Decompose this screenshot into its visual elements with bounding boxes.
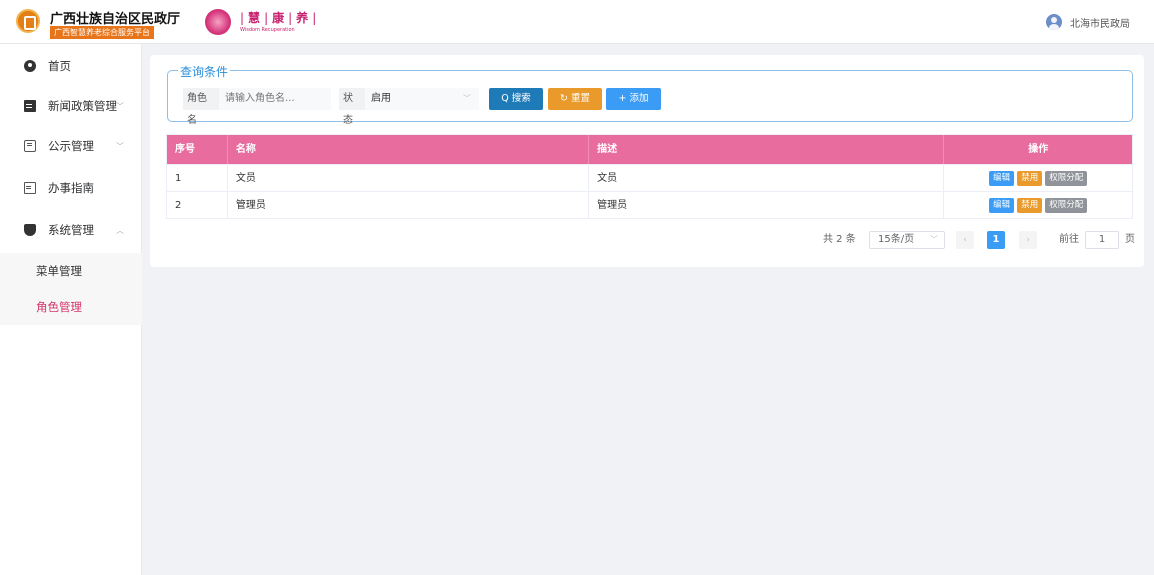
brand-subtitle: Wisdom Recuperation bbox=[240, 27, 295, 33]
sidebar-subitem-label: 菜单管理 bbox=[36, 264, 82, 278]
role-name-input[interactable] bbox=[219, 88, 331, 110]
chevron-down-icon: ﹀ bbox=[463, 94, 471, 103]
user-avatar-icon bbox=[1046, 14, 1062, 30]
sidebar-item-system[interactable]: 系统管理 ︿ bbox=[0, 210, 142, 250]
shield-icon bbox=[24, 224, 36, 236]
table-header: 序号 名称 描述 操作 bbox=[167, 135, 1132, 164]
cell-desc: 管理员 bbox=[589, 192, 945, 218]
cell-desc: 文员 bbox=[589, 165, 945, 191]
edit-button[interactable]: 编辑 bbox=[989, 197, 1015, 213]
sidebar-item-label: 公示管理 bbox=[48, 139, 94, 153]
column-header-name: 名称 bbox=[228, 135, 590, 164]
disable-button[interactable]: 禁用 bbox=[1017, 197, 1043, 213]
column-header-index: 序号 bbox=[167, 135, 228, 164]
reset-button[interactable]: ↻ 重置 bbox=[548, 88, 602, 110]
pagination-total: 共 2 条 bbox=[823, 234, 856, 245]
prev-page-button[interactable]: ‹ bbox=[956, 231, 974, 249]
assign-permissions-button[interactable]: 权限分配 bbox=[1045, 197, 1088, 213]
sidebar: 首页 新闻政策管理 ﹀ 公示管理 ﹀ 办事指南 系统管理 ︿ 菜单管理 角色管理 bbox=[0, 44, 142, 575]
cell-index: 1 bbox=[167, 165, 228, 191]
role-table: 序号 名称 描述 操作 1 文员 文员 编辑 禁用 权限分配 2 管理员 管理员 bbox=[166, 134, 1133, 219]
add-button[interactable]: + 添加 bbox=[606, 88, 661, 110]
sidebar-item-label: 首页 bbox=[48, 59, 71, 73]
main-card: 查询条件 角色名 状态 启用 ﹀ Q 搜索 ↻ 重置 + 添加 序号 名称 描述… bbox=[150, 55, 1144, 267]
table-row: 1 文员 文员 编辑 禁用 权限分配 bbox=[167, 164, 1132, 191]
sidebar-item-guide[interactable]: 办事指南 bbox=[0, 168, 142, 208]
column-header-actions: 操作 bbox=[1028, 144, 1049, 155]
org-logo[interactable]: 广西壮族自治区民政厅 广西智慧养老综合服务平台 bbox=[16, 6, 180, 39]
page-size-value: 15条/页 bbox=[878, 234, 915, 245]
cell-actions: 编辑 禁用 权限分配 bbox=[944, 192, 1132, 218]
disable-button[interactable]: 禁用 bbox=[1017, 170, 1043, 186]
cell-name: 管理员 bbox=[228, 192, 590, 218]
search-legend: 查询条件 bbox=[178, 63, 231, 80]
page-size-select[interactable]: 15条/页 ﹀ bbox=[869, 231, 945, 249]
page-number-current[interactable]: 1 bbox=[987, 231, 1005, 249]
search-button[interactable]: Q 搜索 bbox=[489, 88, 543, 110]
table-row: 2 管理员 管理员 编辑 禁用 权限分配 bbox=[167, 191, 1132, 218]
board-icon bbox=[24, 140, 36, 152]
next-page-button[interactable]: › bbox=[1019, 231, 1037, 249]
status-select[interactable]: 启用 ﹀ bbox=[365, 88, 479, 110]
sidebar-item-label: 办事指南 bbox=[48, 181, 94, 195]
status-value: 启用 bbox=[371, 93, 391, 104]
brand-title: |慧|康|养| bbox=[240, 11, 321, 25]
chevron-down-icon: ﹀ bbox=[116, 101, 124, 111]
civil-affairs-emblem-icon bbox=[16, 9, 40, 33]
user-name: 北海市民政局 bbox=[1070, 18, 1130, 30]
role-name-label: 角色名 bbox=[183, 88, 219, 126]
sidebar-subitem-label: 角色管理 bbox=[36, 300, 82, 314]
top-header: 广西壮族自治区民政厅 广西智慧养老综合服务平台 |慧|康|养| Wisdom R… bbox=[0, 0, 1154, 44]
org-title: 广西壮族自治区民政厅 bbox=[50, 12, 181, 27]
assign-permissions-button[interactable]: 权限分配 bbox=[1045, 170, 1088, 186]
chevron-down-icon: ﹀ bbox=[930, 235, 938, 244]
goto-page-input[interactable]: 1 bbox=[1085, 231, 1119, 249]
column-header-desc: 描述 bbox=[589, 135, 945, 164]
status-label: 状态 bbox=[339, 88, 365, 126]
page-suffix-label: 页 bbox=[1125, 234, 1135, 245]
cell-index: 2 bbox=[167, 192, 228, 218]
sidebar-item-label: 系统管理 bbox=[48, 223, 94, 237]
user-menu[interactable]: 北海市民政局 bbox=[1046, 13, 1130, 31]
brand-logo: |慧|康|养| Wisdom Recuperation bbox=[205, 7, 316, 37]
sidebar-subitem-menu-management[interactable]: 菜单管理 bbox=[0, 253, 142, 289]
sidebar-item-home[interactable]: 首页 bbox=[0, 46, 142, 86]
edit-button[interactable]: 编辑 bbox=[989, 170, 1015, 186]
cell-name: 文员 bbox=[228, 165, 590, 191]
chevron-down-icon: ﹀ bbox=[116, 141, 124, 151]
sidebar-item-notice[interactable]: 公示管理 ﹀ bbox=[0, 126, 142, 166]
goto-label: 前往 bbox=[1059, 234, 1079, 245]
search-panel: 查询条件 角色名 状态 启用 ﹀ Q 搜索 ↻ 重置 + 添加 bbox=[167, 63, 1133, 126]
document-icon bbox=[24, 100, 36, 112]
chevron-up-icon: ︿ bbox=[116, 225, 124, 235]
cell-actions: 编辑 禁用 权限分配 bbox=[944, 165, 1132, 191]
file-icon bbox=[24, 182, 36, 194]
org-subtitle: 广西智慧养老综合服务平台 bbox=[50, 26, 154, 39]
flower-emblem-icon bbox=[205, 9, 231, 35]
sidebar-item-news-policy[interactable]: 新闻政策管理 ﹀ bbox=[0, 86, 142, 126]
dashboard-icon bbox=[24, 60, 36, 72]
sidebar-item-label: 新闻政策管理 bbox=[48, 99, 117, 113]
sidebar-subitem-role-management[interactable]: 角色管理 bbox=[0, 289, 142, 325]
